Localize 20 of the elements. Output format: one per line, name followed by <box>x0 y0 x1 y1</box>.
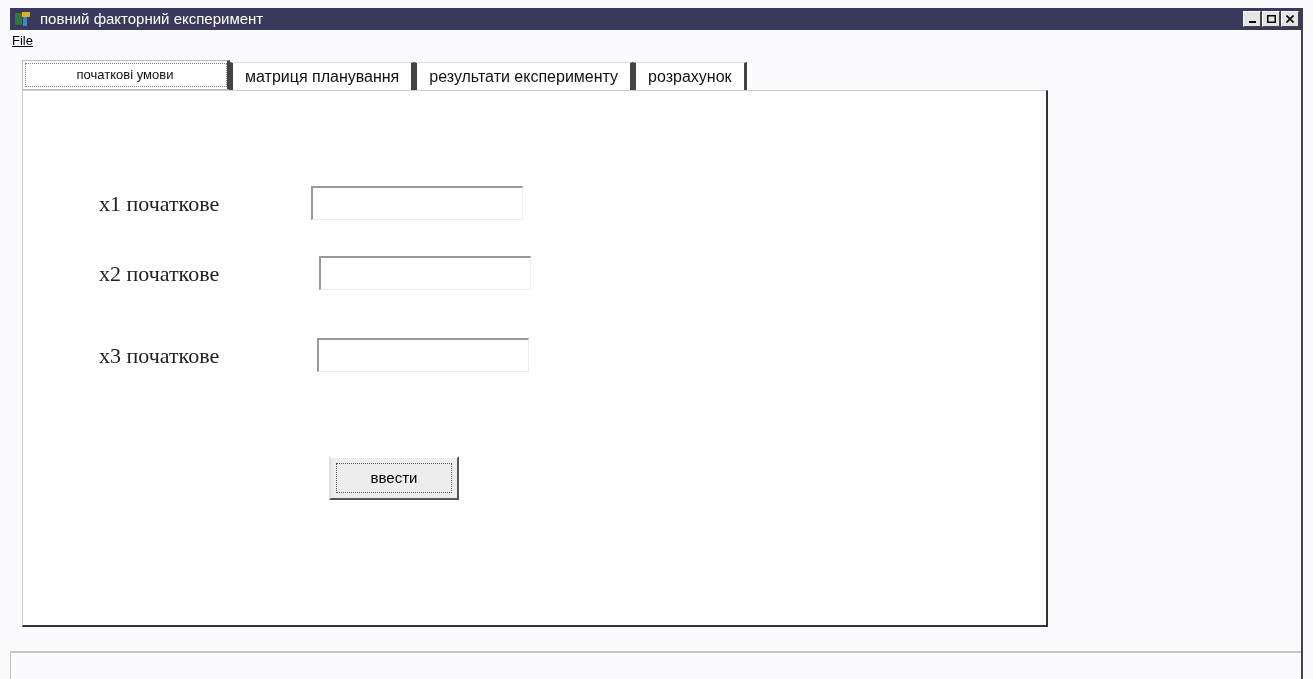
field-label: x3 початкове <box>99 341 221 370</box>
input-field[interactable] <box>311 186 523 220</box>
menu-item[interactable]: File <box>12 31 33 51</box>
tab[interactable]: початкові умови <box>22 60 230 90</box>
minimize-button[interactable] <box>1243 11 1261 27</box>
field-label: x1 початкове <box>99 189 221 218</box>
tab[interactable]: матриця планування <box>230 62 415 90</box>
app-icon <box>14 11 32 27</box>
close-icon <box>1286 15 1294 23</box>
field-label: x2 початкове <box>99 259 221 288</box>
input-field[interactable] <box>319 256 531 290</box>
maximize-icon <box>1266 15 1276 23</box>
maximize-button[interactable] <box>1262 11 1280 27</box>
minimize-icon <box>1248 21 1256 23</box>
tab[interactable]: розрахунок <box>633 62 747 90</box>
close-button[interactable] <box>1281 11 1299 27</box>
enter-button[interactable]: ввести <box>329 456 459 500</box>
window-title: повний факторний експеримент <box>40 8 264 29</box>
tab[interactable]: результати експерименту <box>414 62 634 90</box>
input-field[interactable] <box>317 338 529 372</box>
